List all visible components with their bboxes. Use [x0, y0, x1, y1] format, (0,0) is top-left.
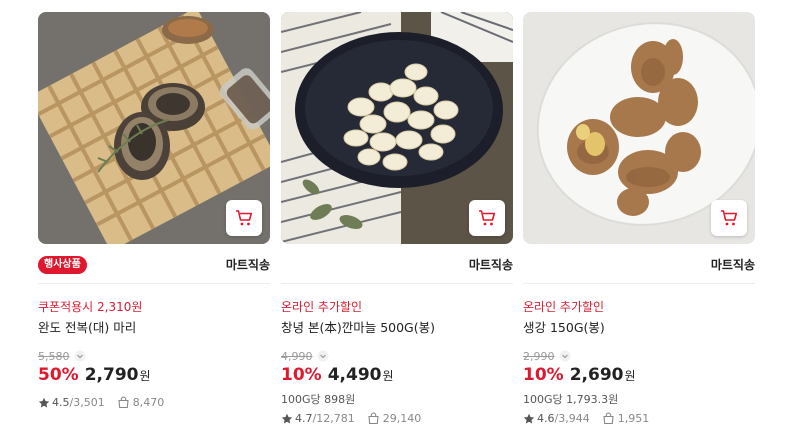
chevron-down-icon[interactable]: [559, 350, 571, 362]
unit-price: 100G당 898원: [281, 393, 356, 406]
shopping-cart-icon: [721, 210, 738, 226]
sold-count: 8,470: [132, 396, 165, 409]
product-meta-row: 행사상품 마트직송: [38, 244, 270, 284]
product-image[interactable]: [523, 12, 755, 244]
original-price: 2,990: [523, 349, 555, 363]
delivery-type: 마트직송: [225, 258, 270, 272]
shopping-bag-icon: [118, 396, 129, 409]
sale-price: 2,690: [569, 365, 624, 385]
add-to-cart-button[interactable]: [226, 200, 262, 236]
currency-unit: 원: [624, 369, 636, 383]
product-stats: 4.7 /12,781 29,140: [281, 412, 421, 425]
chevron-down-icon[interactable]: [317, 350, 329, 362]
add-to-cart-button[interactable]: [711, 200, 747, 236]
original-price-row[interactable]: 2,990: [523, 349, 755, 363]
review-count[interactable]: /3,944: [555, 412, 590, 425]
product-name[interactable]: 창녕 본(本)깐마늘 500G(봉): [281, 319, 513, 337]
promo-text: 온라인 추가할인: [281, 300, 363, 314]
product-card[interactable]: 마트직송 온라인 추가할인 생강 150G(봉) 2,990 10% 2,690…: [523, 12, 755, 432]
product-name[interactable]: 완도 전복(대) 마리: [38, 319, 270, 337]
sale-price: 2,790: [84, 365, 139, 385]
product-stats: 4.5 /3,501 8,470: [38, 396, 164, 409]
delivery-type: 마트직송: [710, 258, 755, 272]
shopping-cart-icon: [236, 210, 253, 226]
unit-price: 100G당 1,793.3원: [523, 393, 619, 406]
currency-unit: 원: [139, 369, 151, 383]
sale-price: 4,490: [327, 365, 382, 385]
currency-unit: 원: [382, 369, 394, 383]
add-to-cart-button[interactable]: [469, 200, 505, 236]
original-price: 4,990: [281, 349, 313, 363]
sold-count: 29,140: [382, 412, 422, 425]
original-price: 5,580: [38, 349, 70, 363]
product-card[interactable]: 행사상품 마트직송 쿠폰적용시 2,310원 완도 전복(대) 마리 5,580…: [38, 12, 270, 432]
discount-rate: 10%: [281, 365, 322, 385]
original-price-row[interactable]: 4,990: [281, 349, 513, 363]
rating-value: 4.7: [295, 412, 313, 425]
product-meta-row: 마트직송: [523, 244, 755, 284]
product-card[interactable]: 마트직송 온라인 추가할인 창녕 본(本)깐마늘 500G(봉) 4,990 1…: [281, 12, 513, 432]
discount-rate: 50%: [38, 365, 79, 385]
product-stats: 4.6 /3,944 1,951: [523, 412, 649, 425]
rating-value: 4.5: [52, 396, 70, 409]
delivery-type: 마트직송: [468, 258, 513, 272]
product-name[interactable]: 생강 150G(봉): [523, 319, 755, 337]
star-icon: [38, 397, 50, 407]
star-icon: [281, 413, 293, 423]
product-image[interactable]: [38, 12, 270, 244]
price-row: 50% 2,790 원: [38, 365, 270, 389]
event-badge: 행사상품: [38, 256, 87, 274]
shopping-bag-icon: [603, 412, 614, 425]
rating-value: 4.6: [537, 412, 555, 425]
promo-text: 쿠폰적용시 2,310원: [38, 300, 143, 314]
review-count[interactable]: /3,501: [70, 396, 105, 409]
shopping-bag-icon: [368, 412, 379, 425]
product-meta-row: 마트직송: [281, 244, 513, 284]
star-icon: [523, 413, 535, 423]
promo-text: 온라인 추가할인: [523, 300, 605, 314]
price-row: 10% 2,690 원: [523, 365, 755, 389]
shopping-cart-icon: [479, 210, 496, 226]
discount-rate: 10%: [523, 365, 564, 385]
original-price-row[interactable]: 5,580: [38, 349, 270, 363]
review-count[interactable]: /12,781: [313, 412, 355, 425]
sold-count: 1,951: [617, 412, 650, 425]
product-image[interactable]: [281, 12, 513, 244]
price-row: 10% 4,490 원: [281, 365, 513, 389]
chevron-down-icon[interactable]: [74, 350, 86, 362]
